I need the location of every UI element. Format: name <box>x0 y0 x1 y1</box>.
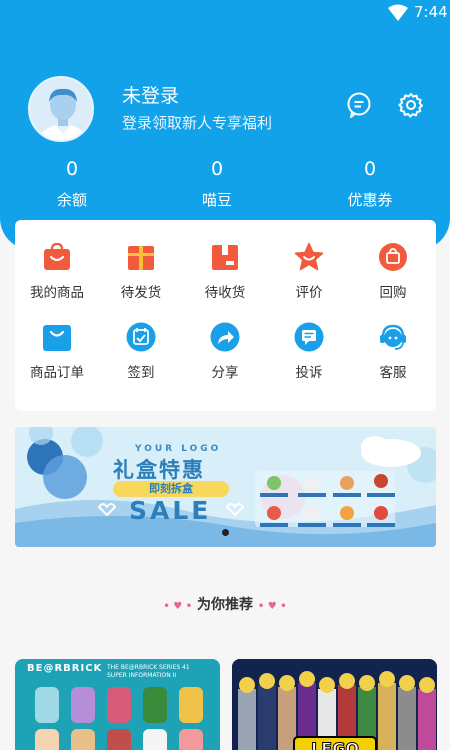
coupon-stat[interactable]: 0 优惠券 <box>315 156 425 210</box>
shopping-bag-icon <box>42 242 72 272</box>
points-label: 喵豆 <box>201 191 232 209</box>
headset-icon <box>378 322 408 352</box>
banner-pill: 即刻拆盒 <box>113 481 229 497</box>
status-time: 7:44 <box>414 3 448 21</box>
menu-label: 商品订单 <box>30 365 84 381</box>
menu-my-products[interactable]: 我的商品 <box>15 242 99 312</box>
product-image <box>232 659 437 750</box>
menu-label: 评价 <box>295 285 323 301</box>
product-brand: BE@RBRICK <box>27 663 103 674</box>
points-stat[interactable]: 0 喵豆 <box>162 156 272 210</box>
points-value: 0 <box>210 158 224 180</box>
status-bar: 7:44 <box>0 0 450 26</box>
order-bag-icon <box>42 322 72 352</box>
repurchase-icon <box>378 242 408 272</box>
product-card[interactable]: LEGO <box>232 659 437 750</box>
avatar-icon[interactable] <box>28 76 94 142</box>
menu-label: 投诉 <box>295 365 323 381</box>
calendar-check-icon <box>126 322 156 352</box>
balance-label: 余额 <box>56 191 87 209</box>
menu-label: 分享 <box>211 365 239 381</box>
product-subtitle: THE BE@RBRICK SERIES 41 SUPER INFORMATIO… <box>107 664 190 680</box>
balance-stat[interactable]: 0 余额 <box>17 156 127 210</box>
product-subtitle-line: SUPER INFORMATION II <box>107 672 177 679</box>
menu-label: 签到 <box>127 365 155 381</box>
menu-label: 回购 <box>379 285 407 301</box>
menu-label: 待收货 <box>204 285 246 301</box>
menu-review[interactable]: 评价 <box>267 242 351 312</box>
gift-box-icon <box>126 242 156 272</box>
gear-icon[interactable] <box>398 92 424 118</box>
login-status[interactable]: 未登录 <box>122 81 179 108</box>
menu-label: 客服 <box>379 365 407 381</box>
coupon-label: 优惠券 <box>347 191 393 209</box>
share-icon <box>210 322 240 352</box>
menu-share[interactable]: 分享 <box>183 322 267 392</box>
package-icon <box>210 242 240 272</box>
complaint-icon <box>294 322 324 352</box>
message-icon[interactable] <box>346 92 372 118</box>
menu-customer-service[interactable]: 客服 <box>351 322 435 392</box>
recommend-title: 为你推荐 <box>197 597 253 613</box>
menu-checkin[interactable]: 签到 <box>99 322 183 392</box>
product-brand: LEGO <box>311 739 360 750</box>
login-promo-text[interactable]: 登录领取新人专享福利 <box>122 112 272 133</box>
menu-to-ship[interactable]: 待发货 <box>99 242 183 312</box>
heart-decoration-icon: • ♥ • <box>257 601 287 612</box>
wifi-icon <box>388 4 408 22</box>
balance-value: 0 <box>65 158 79 180</box>
banner-logo: YOUR LOGO <box>135 444 222 454</box>
menu-orders[interactable]: 商品订单 <box>15 322 99 392</box>
star-icon <box>294 242 324 272</box>
menu-complaint[interactable]: 投诉 <box>267 322 351 392</box>
banner-title: 礼盒特惠 <box>113 458 205 482</box>
menu-repurchase[interactable]: 回购 <box>351 242 435 312</box>
menu-to-receive[interactable]: 待收货 <box>183 242 267 312</box>
banner-sale: SALE <box>129 496 212 525</box>
service-menu: 我的商品 待发货 待收货 评价 回购 商品订单 签到 分享 投诉 客服 <box>15 220 436 411</box>
menu-label: 我的商品 <box>30 285 84 301</box>
coupon-value: 0 <box>363 158 377 180</box>
heart-decoration-icon: • ♥ • <box>163 601 193 612</box>
product-card[interactable]: BE@RBRICK THE BE@RBRICK SERIES 41 SUPER … <box>15 659 220 750</box>
menu-label: 待发货 <box>120 285 162 301</box>
recommend-heading: • ♥ • 为你推荐 • ♥ • <box>0 594 450 614</box>
product-subtitle-line: THE BE@RBRICK SERIES 41 <box>107 664 190 671</box>
carousel-indicator[interactable] <box>222 529 229 536</box>
